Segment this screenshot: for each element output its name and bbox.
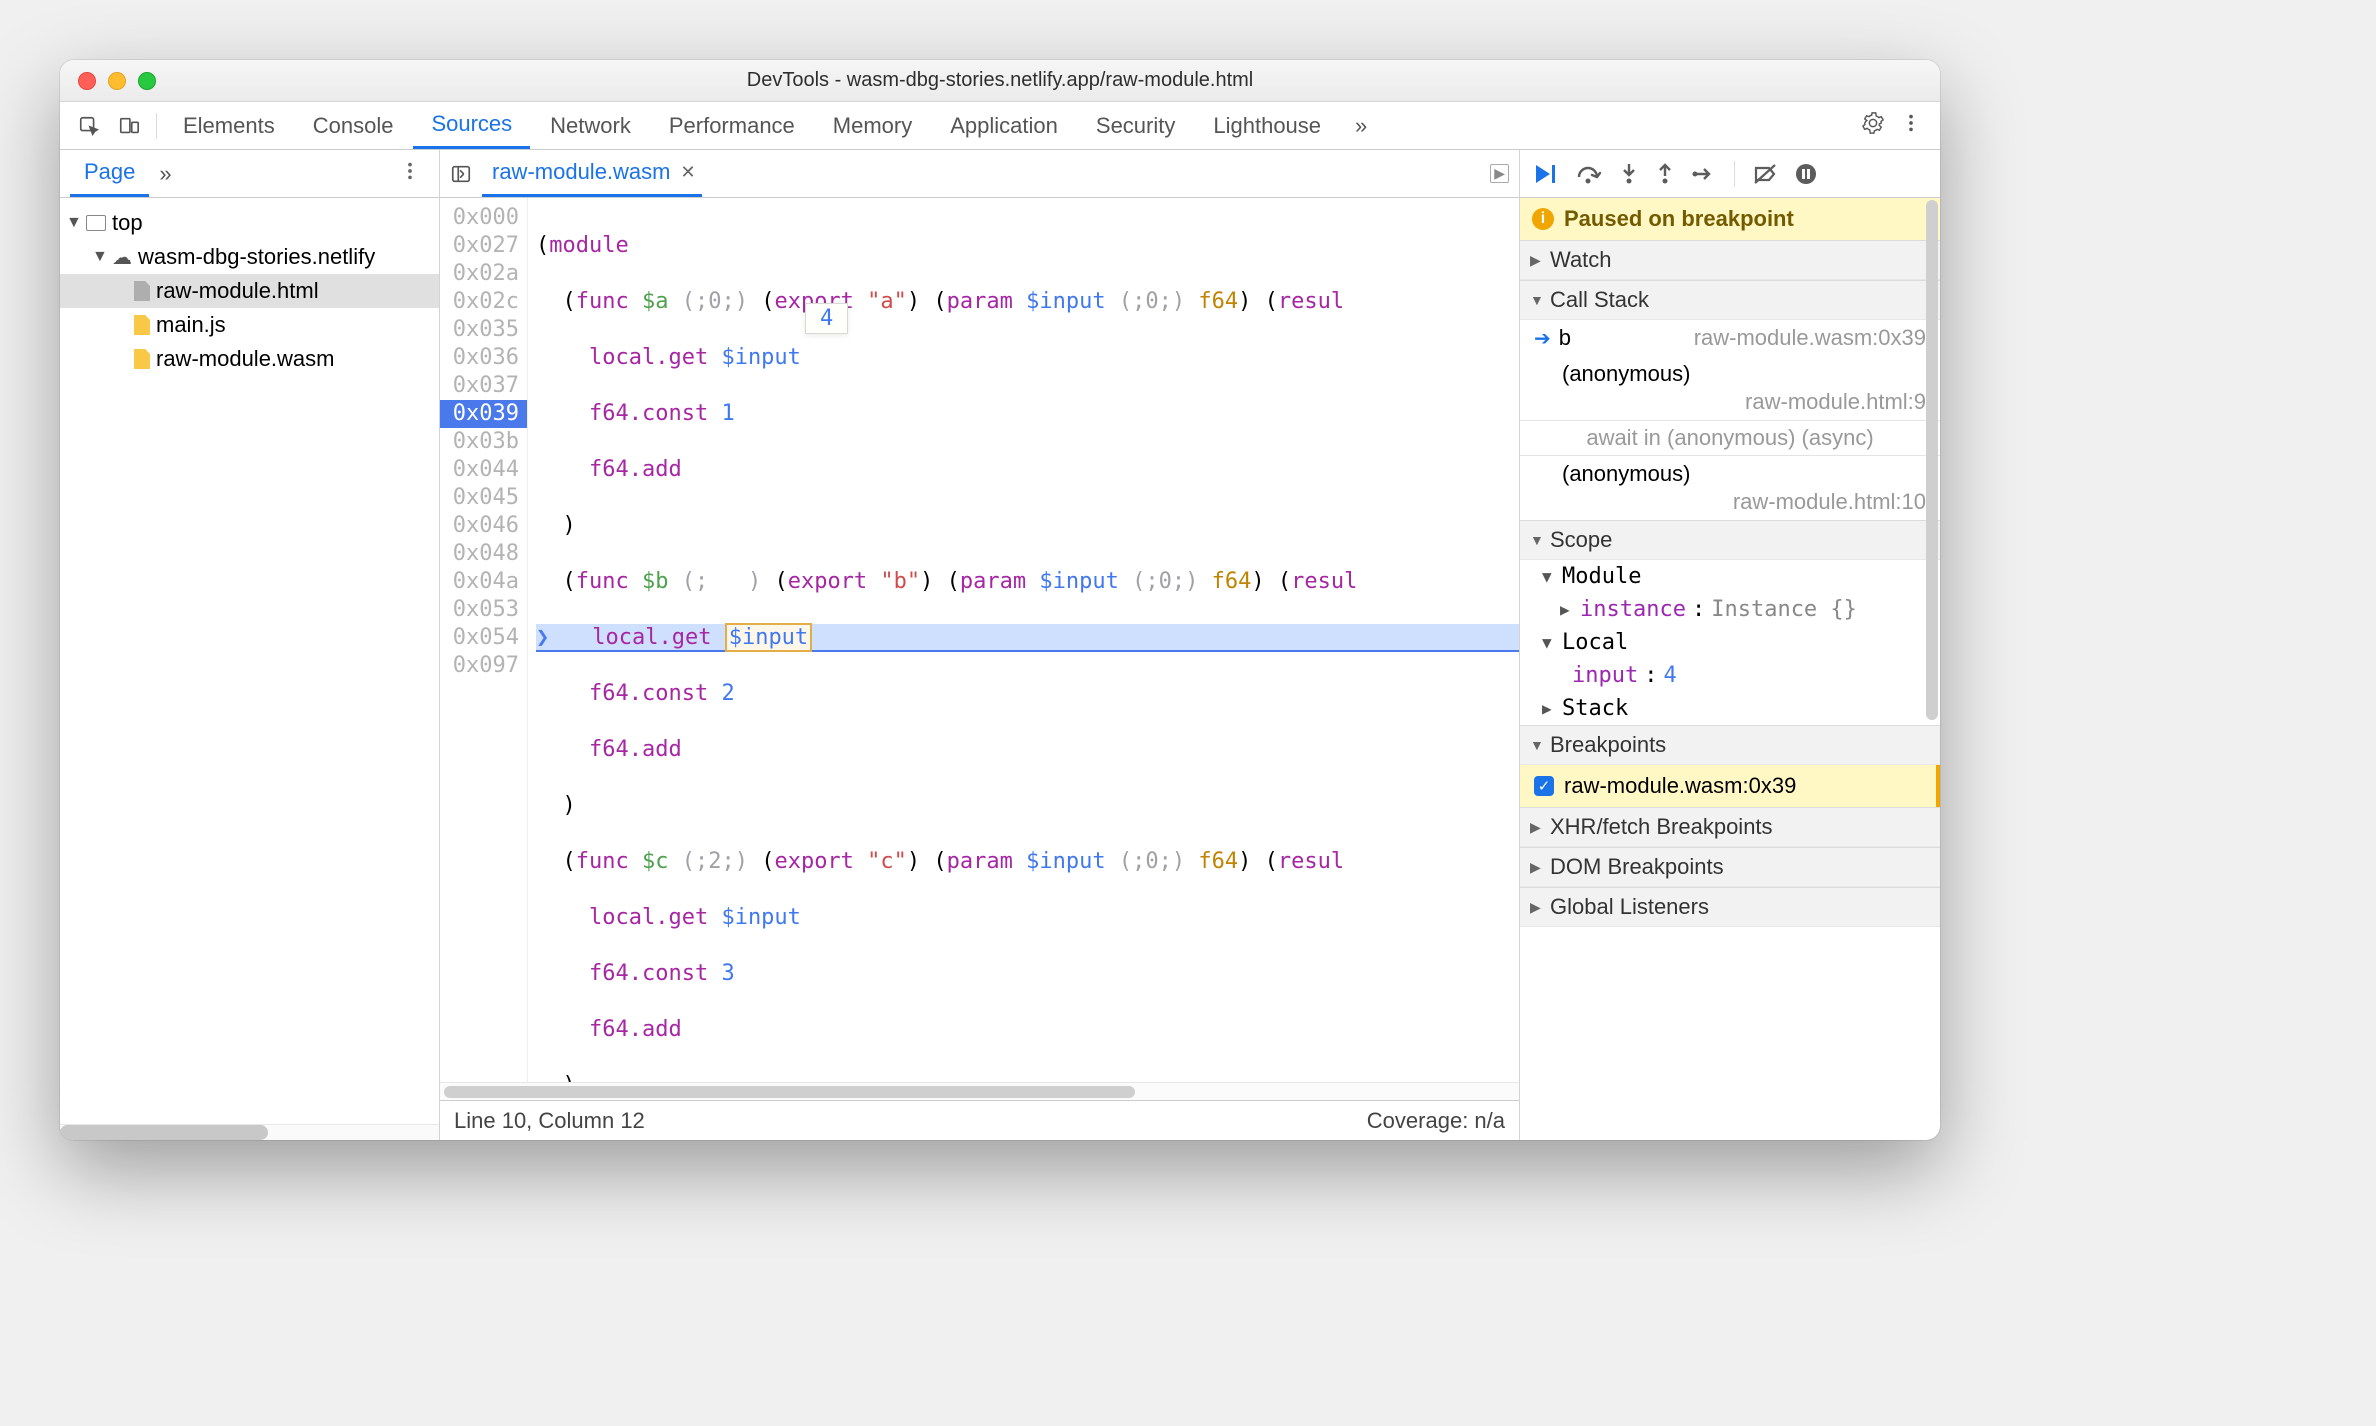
tab-elements[interactable]: Elements [165, 102, 293, 149]
body: Page » ▼ top ▼ ☁ wasm-dbg-stories.netlif… [60, 150, 1940, 1140]
callstack-frame[interactable]: (anonymous) raw-module.html:9 [1520, 356, 1940, 420]
settings-icon[interactable] [1862, 112, 1884, 140]
tree-file-label: raw-module.html [156, 278, 319, 304]
navigator-pane: Page » ▼ top ▼ ☁ wasm-dbg-stories.netlif… [60, 150, 440, 1140]
coverage-status: Coverage: n/a [1367, 1108, 1505, 1134]
debugger-pane: i Paused on breakpoint ▶Watch ▼Call Stac… [1520, 150, 1940, 1140]
callstack-async-boundary: await in (anonymous) (async) [1520, 420, 1940, 456]
tab-security[interactable]: Security [1078, 102, 1193, 149]
tree-file-label: main.js [156, 312, 226, 338]
tree-file-wasm[interactable]: raw-module.wasm [60, 342, 439, 376]
tree-top-label: top [112, 210, 143, 236]
scope-stack[interactable]: ▶Stack [1520, 692, 1940, 725]
window-title: DevTools - wasm-dbg-stories.netlify.app/… [60, 69, 1940, 92]
file-icon [134, 349, 150, 369]
callstack-frame[interactable]: (anonymous) raw-module.html:10 [1520, 456, 1940, 520]
section-dom-breakpoints[interactable]: ▶DOM Breakpoints [1520, 847, 1940, 887]
inspect-element-icon[interactable] [70, 115, 108, 137]
pause-banner: i Paused on breakpoint [1520, 198, 1940, 240]
info-icon: i [1532, 208, 1554, 230]
navigator-more-tabs-icon[interactable]: » [149, 161, 181, 187]
tree-file-js[interactable]: main.js [60, 308, 439, 342]
debugger-body: i Paused on breakpoint ▶Watch ▼Call Stac… [1520, 198, 1940, 1140]
breakpoint-label: raw-module.wasm:0x39 [1564, 773, 1796, 799]
navigator-tab-page[interactable]: Page [70, 150, 149, 197]
devtools-window: DevTools - wasm-dbg-stories.netlify.app/… [60, 60, 1940, 1140]
navigator-toolbar: Page » [60, 150, 439, 198]
tab-sources[interactable]: Sources [413, 102, 530, 149]
code-area[interactable]: 0x000 0x027 0x02a 0x02c 0x035 0x036 0x03… [440, 198, 1519, 1082]
editor-pane: raw-module.wasm ✕ ▶ 0x000 0x027 0x02a 0x… [440, 150, 1520, 1140]
editor-file-name: raw-module.wasm [492, 159, 671, 185]
step-button[interactable] [1692, 163, 1716, 185]
navigator-menu-icon[interactable] [391, 160, 429, 188]
titlebar: DevTools - wasm-dbg-stories.netlify.app/… [60, 60, 1940, 102]
device-toolbar-icon[interactable] [110, 115, 148, 137]
debugger-toolbar [1520, 150, 1940, 198]
editor-statusbar: Line 10, Column 12 Coverage: n/a [440, 1100, 1519, 1140]
tab-performance[interactable]: Performance [651, 102, 813, 149]
variable-hover-tooltip: 4 [805, 303, 848, 334]
breakpoint-item[interactable]: ✓ raw-module.wasm:0x39 [1520, 765, 1940, 807]
resume-button[interactable] [1534, 163, 1558, 185]
editor-h-scrollbar[interactable] [440, 1082, 1519, 1100]
cloud-icon: ☁ [112, 245, 132, 270]
scope-local[interactable]: ▼Local [1520, 626, 1940, 659]
tab-memory[interactable]: Memory [815, 102, 930, 149]
main-tabs: Elements Console Sources Network Perform… [60, 102, 1940, 150]
close-tab-icon[interactable]: ✕ [681, 162, 696, 183]
editor-file-tab[interactable]: raw-module.wasm ✕ [482, 150, 702, 197]
section-callstack[interactable]: ▼Call Stack [1520, 280, 1940, 320]
toggle-navigator-icon[interactable] [450, 163, 472, 185]
step-out-button[interactable] [1656, 163, 1674, 185]
step-over-button[interactable] [1576, 163, 1602, 185]
debugger-v-scrollbar[interactable] [1926, 200, 1938, 720]
callstack-frame[interactable]: ➔b raw-module.wasm:0x39 [1520, 320, 1940, 356]
tab-application[interactable]: Application [932, 102, 1076, 149]
window-frame-icon [86, 215, 106, 231]
file-icon [134, 315, 150, 335]
tab-lighthouse[interactable]: Lighthouse [1195, 102, 1339, 149]
section-scope[interactable]: ▼Scope [1520, 520, 1940, 560]
tab-console[interactable]: Console [295, 102, 412, 149]
file-icon [134, 281, 150, 301]
step-into-button[interactable] [1620, 163, 1638, 185]
code-content[interactable]: (module (func $a (;0;) (export "a") (par… [528, 198, 1519, 1082]
section-breakpoints[interactable]: ▼Breakpoints [1520, 725, 1940, 765]
file-tree[interactable]: ▼ top ▼ ☁ wasm-dbg-stories.netlify raw-m… [60, 198, 439, 1124]
scope-instance[interactable]: ▶instance: Instance {} [1520, 593, 1940, 626]
scope-module[interactable]: ▼Module [1520, 560, 1940, 593]
pause-message: Paused on breakpoint [1564, 206, 1794, 232]
section-xhr-breakpoints[interactable]: ▶XHR/fetch Breakpoints [1520, 807, 1940, 847]
gutter[interactable]: 0x000 0x027 0x02a 0x02c 0x035 0x036 0x03… [440, 198, 528, 1082]
pause-on-exceptions-button[interactable] [1795, 163, 1817, 185]
section-global-listeners[interactable]: ▶Global Listeners [1520, 887, 1940, 927]
navigator-h-scrollbar[interactable] [60, 1124, 439, 1140]
tree-origin-label: wasm-dbg-stories.netlify [138, 244, 375, 270]
tree-file-label: raw-module.wasm [156, 346, 335, 372]
section-watch[interactable]: ▶Watch [1520, 240, 1940, 280]
breakpoint-checkbox[interactable]: ✓ [1534, 776, 1554, 796]
tree-top[interactable]: ▼ top [60, 206, 439, 240]
tab-network[interactable]: Network [532, 102, 649, 149]
editor-toolbar: raw-module.wasm ✕ ▶ [440, 150, 1519, 198]
more-tabs-icon[interactable]: » [1341, 113, 1381, 139]
run-snippet-icon[interactable]: ▶ [1490, 164, 1509, 183]
cursor-position: Line 10, Column 12 [454, 1108, 645, 1134]
tree-file-html[interactable]: raw-module.html [60, 274, 439, 308]
current-frame-icon: ➔ [1534, 326, 1551, 351]
deactivate-breakpoints-button[interactable] [1753, 163, 1777, 185]
scope-local-var[interactable]: input: 4 [1520, 659, 1940, 692]
kebab-menu-icon[interactable] [1900, 112, 1922, 140]
tree-origin[interactable]: ▼ ☁ wasm-dbg-stories.netlify [60, 240, 439, 274]
